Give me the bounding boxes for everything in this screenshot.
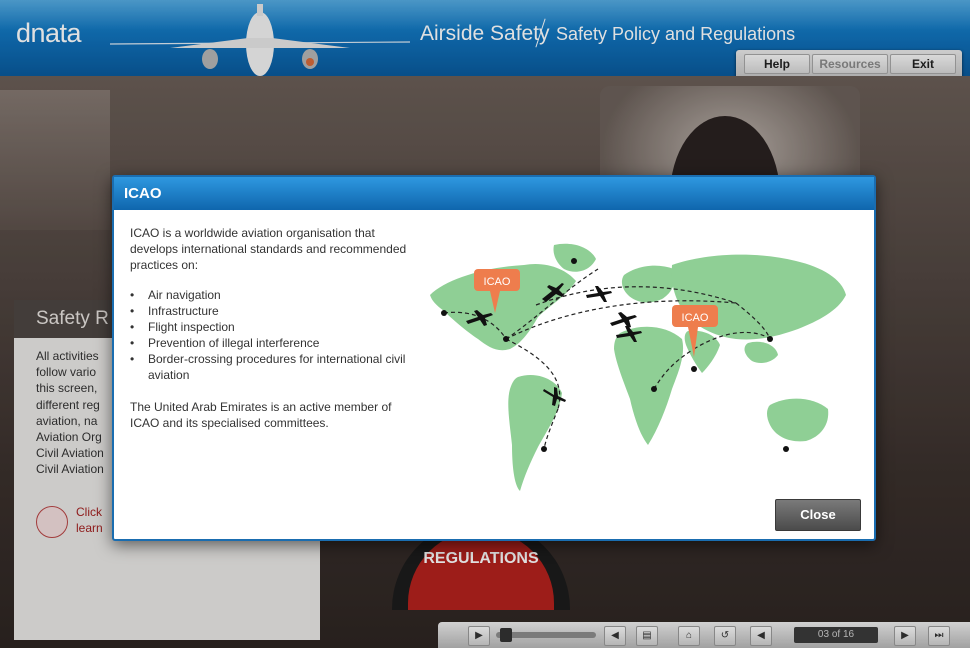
modal-title: ICAO [124,185,162,202]
modal-intro: ICAO is a worldwide aviation organisatio… [130,226,407,272]
modal-closing: The United Arab Emirates is an active me… [130,400,392,430]
bullet-item: Prevention of illegal interference [130,335,420,351]
modal-header: ICAO [114,177,874,210]
icao-modal: ICAO ICAO is a worldwide aviation organi… [112,175,876,541]
bullet-item: Infrastructure [130,303,420,319]
bullet-item: Flight inspection [130,319,420,335]
pin-label: ICAO [682,312,709,324]
close-button[interactable]: Close [775,499,861,531]
bullet-item: Air navigation [130,287,420,303]
bullet-item: Border-crossing procedures for internati… [130,351,420,383]
world-map: ICAO ICAO [430,243,846,491]
modal-body: ICAO is a worldwide aviation organisatio… [130,225,420,431]
pin-label: ICAO [484,276,511,288]
bullet-list: Air navigation Infrastructure Flight ins… [130,287,420,383]
